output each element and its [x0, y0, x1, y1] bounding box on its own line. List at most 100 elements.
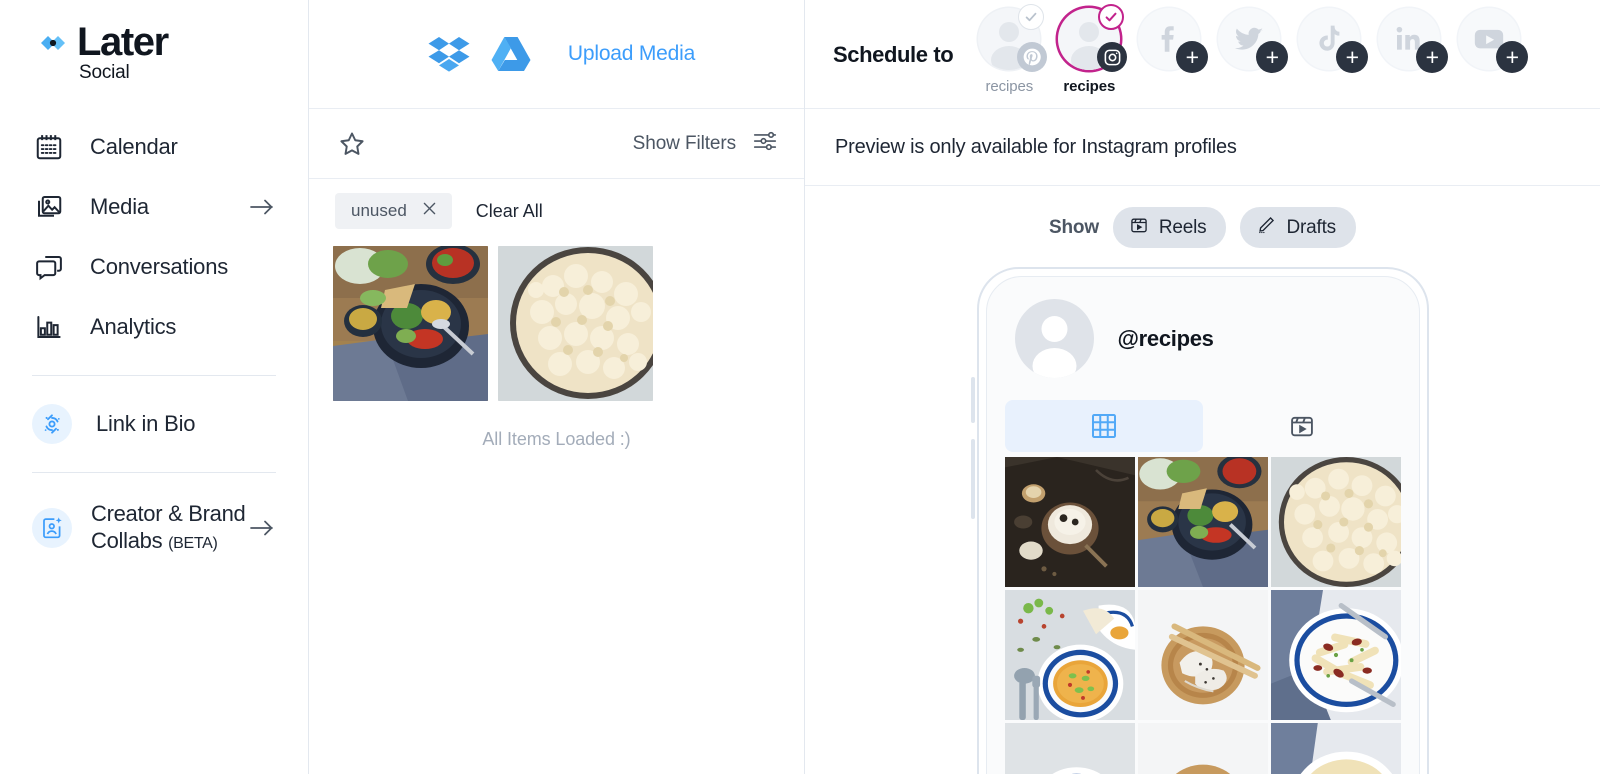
schedule-to-label: Schedule to	[833, 42, 954, 67]
grid-photo[interactable]	[1137, 723, 1268, 774]
beta-badge: (BETA)	[168, 534, 218, 552]
grid-photo[interactable]	[1004, 457, 1135, 587]
collabs-line-2: Collabs	[91, 527, 163, 553]
sidebar-item-link-in-bio[interactable]: Link in Bio	[0, 394, 308, 454]
sidebar-item-conversations[interactable]: Conversations	[0, 237, 308, 297]
sidebar-item-label: Calendar	[90, 134, 178, 159]
preview-panel: Schedule to recipes recipes + + + + + Pr…	[805, 0, 1600, 774]
sidebar-divider-1	[32, 375, 276, 376]
toggle-drafts[interactable]: Drafts	[1240, 207, 1356, 248]
add-account-button[interactable]: +	[1176, 41, 1209, 73]
preview-note-bar: Preview is only available for Instagram …	[805, 109, 1600, 186]
filter-chip-unused[interactable]: unused	[335, 193, 452, 229]
add-account-button[interactable]: +	[1256, 41, 1289, 73]
grid-photo[interactable]	[1270, 457, 1401, 587]
account-add-facebook[interactable]: +	[1129, 8, 1209, 73]
creator-collabs-icon	[32, 508, 72, 548]
sidebar-item-label: Creator & Brand Collabs (BETA)	[91, 500, 246, 557]
show-filters-button[interactable]: Show Filters	[633, 128, 778, 159]
grid-photo[interactable]	[1270, 723, 1401, 774]
account-add-youtube[interactable]: +	[1449, 8, 1529, 73]
instagram-grid	[987, 452, 1419, 774]
conversations-bubble-icon	[32, 252, 66, 282]
instagram-preview-phone: @recipes	[970, 267, 1429, 774]
sidebar-item-label: Link in Bio	[96, 411, 196, 436]
dropbox-icon[interactable]	[418, 35, 480, 73]
phone-side-button-upper	[970, 377, 975, 423]
left-sidebar: Later Social Calendar Media Conversation…	[0, 0, 309, 774]
account-name: recipes	[1063, 78, 1116, 95]
add-account-button[interactable]: +	[1496, 41, 1529, 73]
sidebar-item-label: Conversations	[90, 254, 229, 279]
media-thumbnail[interactable]	[333, 246, 488, 401]
phone-screen: @recipes	[985, 276, 1420, 774]
preview-availability-note: Preview is only available for Instagram …	[835, 135, 1237, 158]
media-image-icon	[32, 192, 66, 222]
app-root: Later Social Calendar Media Conversation…	[0, 0, 1600, 774]
account-name: recipes	[985, 78, 1034, 95]
media-filter-bar: Show Filters	[309, 109, 804, 179]
calendar-icon	[32, 132, 66, 162]
brand-logo[interactable]: Later Social	[0, 0, 308, 83]
toggle-label: Drafts	[1286, 216, 1336, 238]
later-diamond-logo-icon	[38, 30, 72, 64]
sidebar-divider-2	[32, 472, 276, 473]
sidebar-item-media[interactable]: Media	[0, 177, 308, 237]
instagram-preview-tabs	[987, 400, 1419, 452]
brand-subtitle: Social	[79, 62, 130, 83]
instagram-icon	[1097, 42, 1128, 72]
account-add-tiktok[interactable]: +	[1289, 8, 1369, 73]
tab-reels[interactable]	[1203, 400, 1401, 452]
tab-grid[interactable]	[1004, 400, 1203, 452]
grid-photo[interactable]	[1270, 590, 1401, 720]
media-thumbnail-grid	[309, 239, 804, 401]
default-avatar-icon	[1014, 299, 1094, 378]
media-upload-bar: Upload Media	[309, 0, 804, 109]
add-account-button[interactable]: +	[1336, 41, 1369, 73]
brand-name: Later	[77, 20, 169, 64]
schedule-to-row: Schedule to recipes recipes + + + + +	[805, 0, 1600, 109]
account-add-linkedin[interactable]: +	[1369, 8, 1449, 73]
sliders-icon	[752, 128, 778, 159]
reels-icon	[1129, 215, 1149, 240]
close-icon[interactable]	[421, 200, 438, 222]
grid-photo[interactable]	[1137, 590, 1268, 720]
all-items-loaded-label: All Items Loaded :)	[482, 429, 631, 449]
toggle-reels[interactable]: Reels	[1112, 207, 1227, 248]
clear-all-button[interactable]: Clear All	[476, 201, 543, 222]
grid-photo[interactable]	[1004, 590, 1135, 720]
sidebar-item-calendar[interactable]: Calendar	[0, 117, 308, 177]
sidebar-nav: Calendar Media Conversations Analytics L…	[0, 117, 308, 565]
media-thumbnail[interactable]	[498, 246, 653, 401]
check-icon	[1098, 4, 1125, 30]
show-label: Show	[1049, 216, 1099, 238]
analytics-bars-icon	[32, 312, 66, 342]
google-drive-icon[interactable]	[480, 36, 542, 72]
link-in-bio-icon	[32, 404, 72, 444]
toggle-label: Reels	[1158, 216, 1207, 238]
arrow-right-icon[interactable]	[248, 196, 276, 218]
arrow-right-icon[interactable]	[248, 517, 276, 539]
pencil-draft-icon	[1256, 215, 1276, 240]
phone-side-button-lower	[970, 439, 975, 519]
filter-chip-label: unused	[351, 201, 407, 220]
account-add-twitter[interactable]: +	[1209, 8, 1289, 73]
media-library-panel: Upload Media Show Filters unused Clear A…	[309, 0, 805, 774]
sidebar-item-creator-collabs[interactable]: Creator & Brand Collabs (BETA)	[0, 491, 308, 565]
grid-photo[interactable]	[1004, 723, 1135, 774]
sidebar-item-analytics[interactable]: Analytics	[0, 297, 308, 357]
grid-photo[interactable]	[1137, 457, 1268, 587]
account-pinterest-recipes[interactable]: recipes	[969, 4, 1049, 95]
account-instagram-recipes[interactable]: recipes	[1049, 4, 1129, 95]
pinterest-icon	[1017, 42, 1048, 72]
collabs-line-1: Creator & Brand	[91, 500, 246, 526]
active-filters-row: unused Clear All	[309, 179, 804, 239]
upload-media-button[interactable]: Upload Media	[568, 42, 695, 66]
star-icon[interactable]	[337, 129, 367, 159]
preview-show-toggles: Show Reels Drafts	[805, 186, 1600, 248]
show-filters-label: Show Filters	[632, 132, 736, 154]
instagram-profile-header: @recipes	[987, 277, 1419, 378]
sidebar-item-label: Analytics	[90, 314, 177, 339]
check-icon	[1018, 4, 1045, 30]
add-account-button[interactable]: +	[1416, 41, 1449, 73]
